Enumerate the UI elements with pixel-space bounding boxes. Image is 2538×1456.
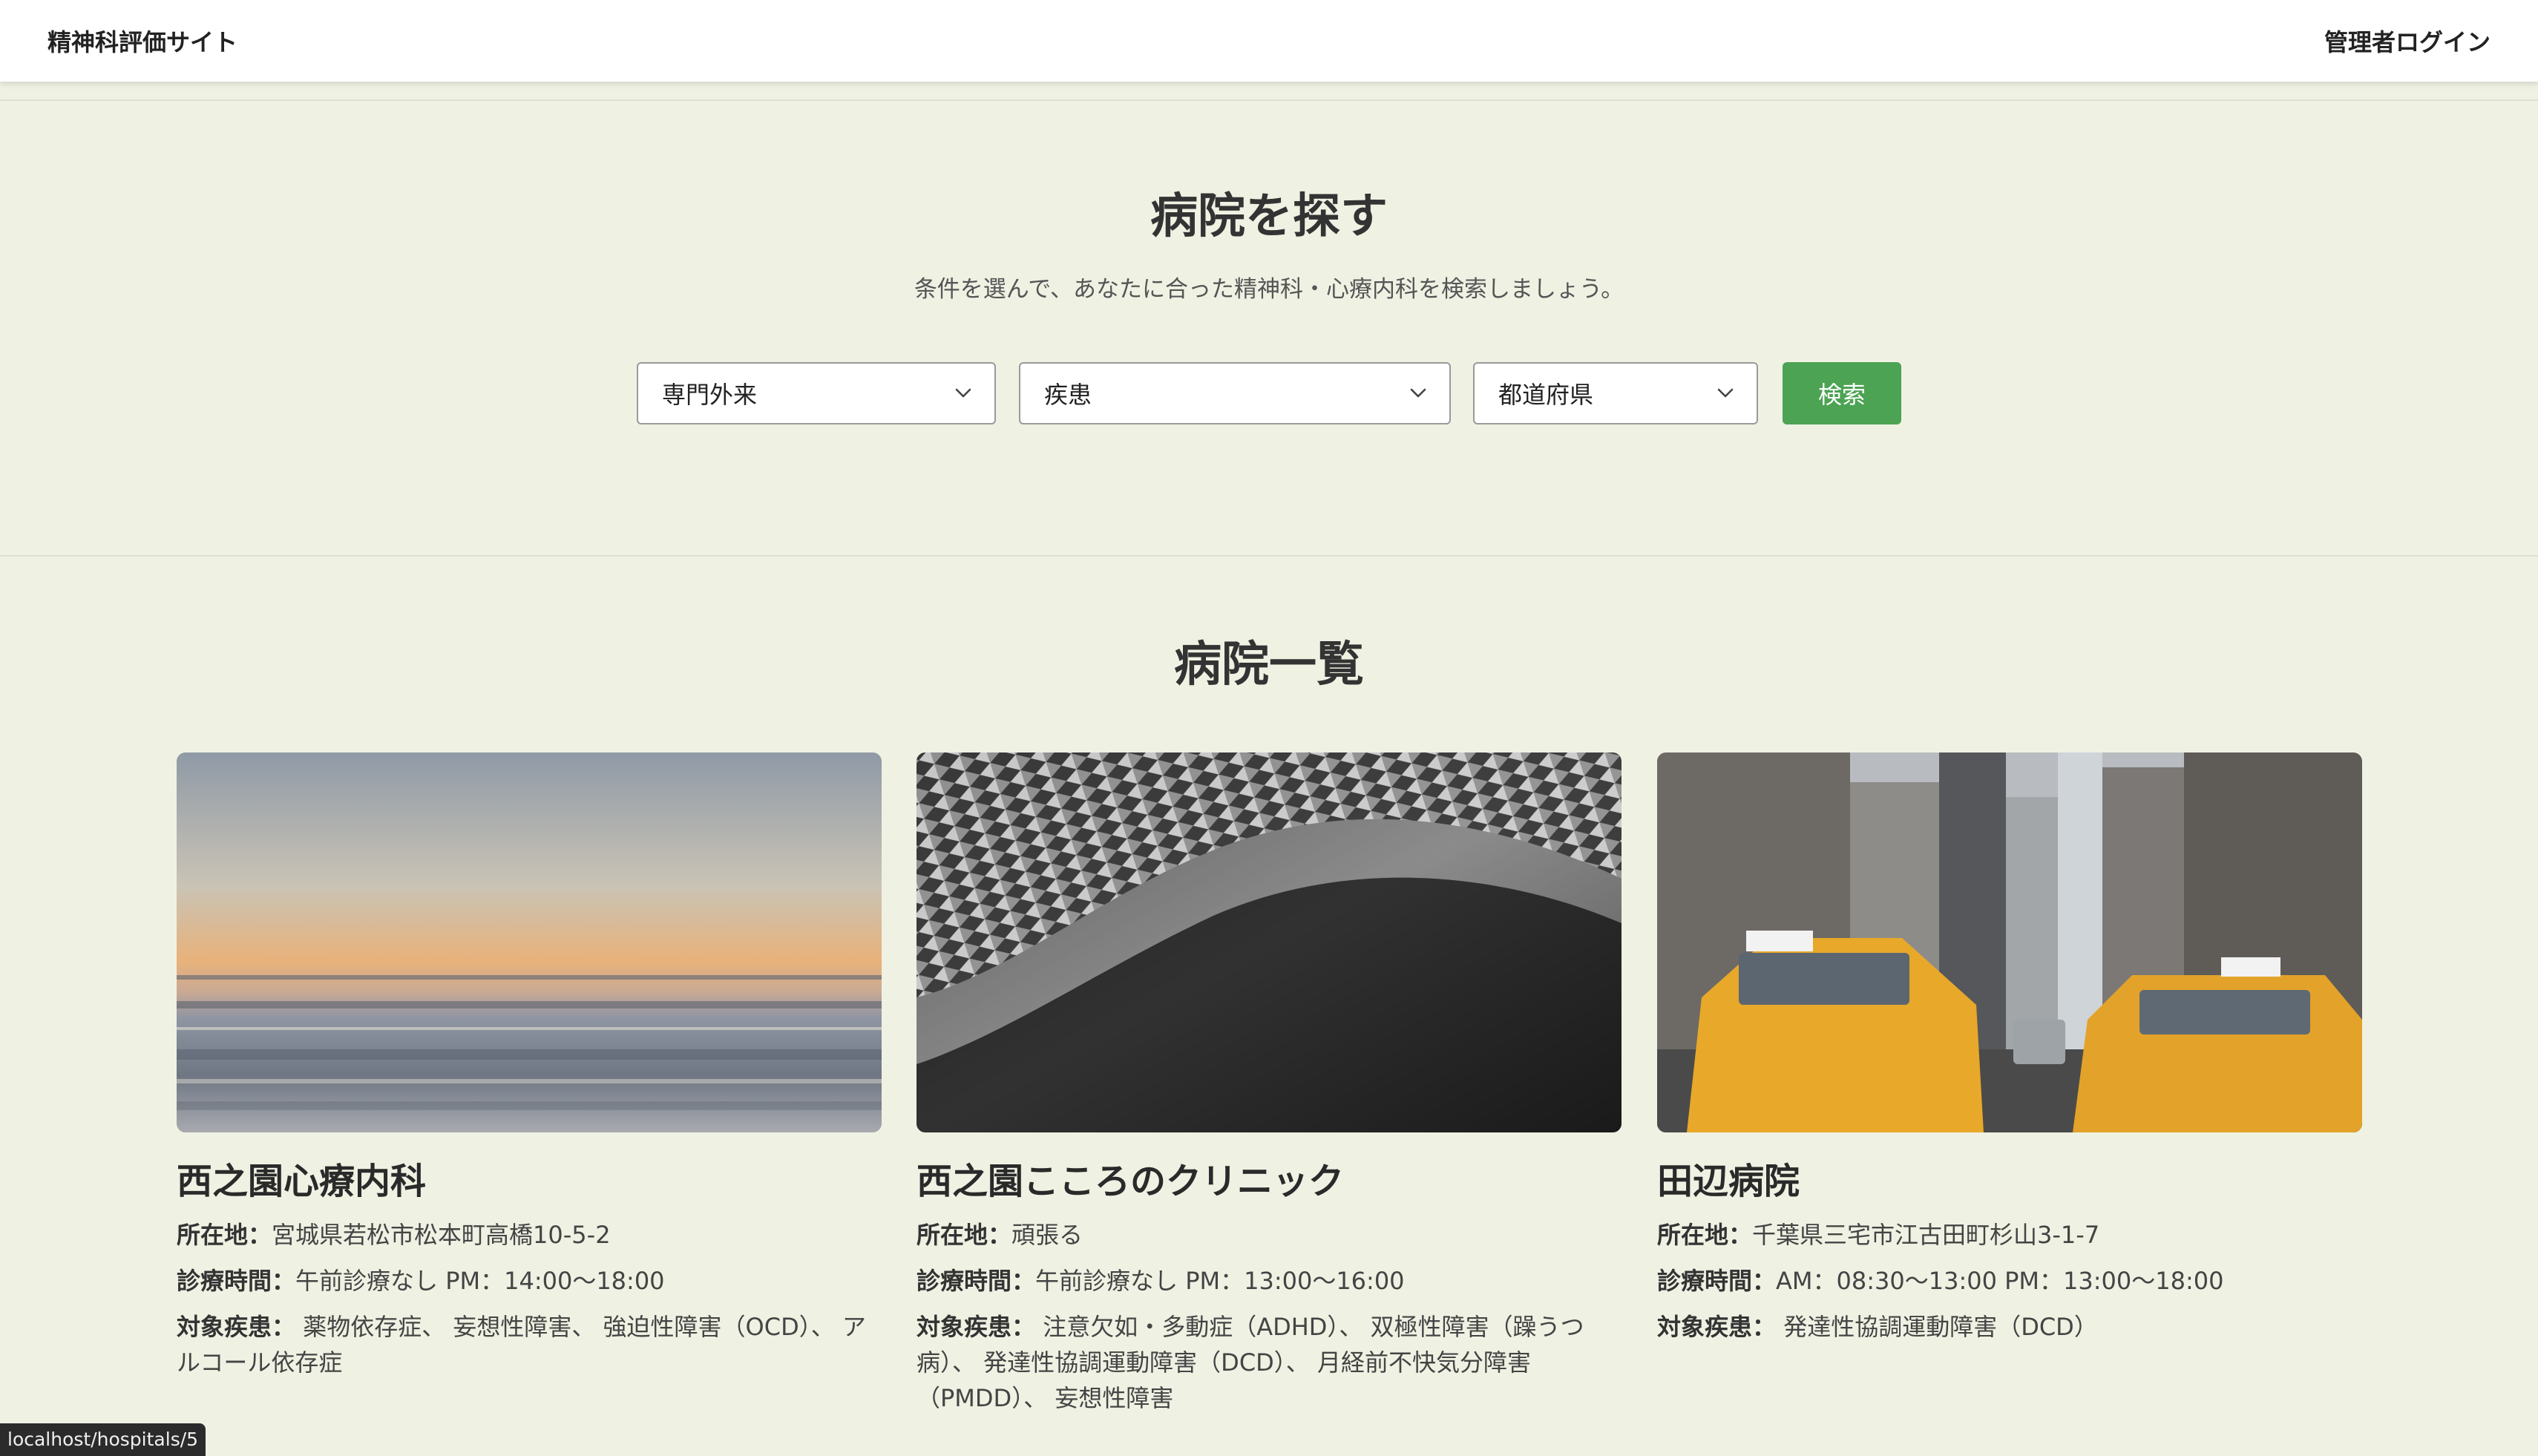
diseases-value: 発達性協調運動障害（DCD）	[1783, 1313, 2098, 1341]
hours-value: 午前診療なし PM：13:00〜16:00	[1035, 1267, 1405, 1295]
hospital-hours: 診療時間：午前診療なし PM：13:00〜16:00	[916, 1263, 1622, 1299]
hospital-name[interactable]: 西之園こころのクリニック	[916, 1152, 1622, 1204]
diseases-label: 対象疾患：	[177, 1313, 296, 1341]
hospital-card[interactable]: 田辺病院 所在地：千葉県三宅市江古田町杉山3-1-7 診療時間：AM：08:30…	[1657, 752, 2362, 1345]
divider	[0, 555, 2538, 557]
hours-label: 診療時間：	[177, 1267, 296, 1295]
search-button[interactable]: 検索	[1783, 362, 1901, 424]
disease-select-value: 疾患	[1044, 381, 1092, 409]
hospital-diseases: 対象疾患： 注意欠如・多動症（ADHD）、 双極性障害（躁うつ病）、 発達性協調…	[916, 1309, 1622, 1416]
hours-value: AM：08:30〜13:00 PM：13:00〜18:00	[1776, 1267, 2224, 1295]
diseases-label: 対象疾患：	[1657, 1313, 1777, 1341]
chevron-down-icon	[1410, 388, 1426, 398]
hospital-name[interactable]: 西之園心療内科	[177, 1152, 882, 1204]
hospital-list-title: 病院一覧	[1174, 637, 1364, 692]
search-section: 病院を探す 条件を選んで、あなたに合った精神科・心療内科を検索しましょう。 専門…	[0, 101, 2538, 555]
navbar: 精神科評価サイト 管理者ログイン	[0, 0, 2538, 82]
chevron-down-icon	[955, 388, 971, 398]
hospital-location: 所在地：千葉県三宅市江古田町杉山3-1-7	[1657, 1217, 2362, 1253]
location-value: 千葉県三宅市江古田町杉山3-1-7	[1752, 1221, 2100, 1249]
hours-label: 診療時間：	[916, 1267, 1036, 1295]
location-label: 所在地：	[916, 1221, 1012, 1249]
location-label: 所在地：	[177, 1221, 272, 1249]
prefecture-select[interactable]: 都道府県	[1473, 362, 1758, 424]
sunset-seascape-photo[interactable]	[177, 752, 882, 1132]
diseases-label: 対象疾患：	[916, 1313, 1036, 1341]
location-value: 頑張る	[1011, 1221, 1083, 1249]
hospital-location: 所在地：頑張る	[916, 1217, 1622, 1253]
specialty-select-value: 専門外来	[662, 381, 758, 409]
hospital-card[interactable]: 西之園こころのクリニック 所在地：頑張る 診療時間：午前診療なし PM：13:0…	[916, 752, 1622, 1416]
hospital-card[interactable]: 西之園心療内科 所在地：宮城県若松市松本町高橋10-5-2 診療時間：午前診療な…	[177, 752, 882, 1380]
location-value: 宮城県若松市松本町高橋10-5-2	[272, 1221, 611, 1249]
link-status-bar: localhost/hospitals/5	[0, 1423, 206, 1456]
hospital-hours: 診療時間：午前診療なし PM：14:00〜18:00	[177, 1263, 882, 1299]
search-subtitle: 条件を選んで、あなたに合った精神科・心療内科を検索しましょう。	[914, 276, 1624, 303]
search-title: 病院を探す	[1150, 189, 1388, 244]
hospital-diseases: 対象疾患： 発達性協調運動障害（DCD）	[1657, 1309, 2362, 1345]
location-label: 所在地：	[1657, 1221, 1753, 1249]
city-taxi-photo[interactable]	[1657, 752, 2362, 1132]
specialty-select[interactable]: 専門外来	[637, 362, 996, 424]
hospital-name[interactable]: 田辺病院	[1657, 1152, 2362, 1204]
hours-label: 診療時間：	[1657, 1267, 1777, 1295]
abstract-architecture-photo[interactable]	[916, 752, 1622, 1132]
admin-login-link[interactable]: 管理者ログイン	[2324, 24, 2491, 58]
chevron-down-icon	[1717, 388, 1734, 398]
site-brand[interactable]: 精神科評価サイト	[47, 24, 237, 58]
hospital-hours: 診療時間：AM：08:30〜13:00 PM：13:00〜18:00	[1657, 1263, 2362, 1299]
disease-select[interactable]: 疾患	[1019, 362, 1451, 424]
prefecture-select-value: 都道府県	[1498, 381, 1594, 409]
hospital-diseases: 対象疾患： 薬物依存症、 妄想性障害、 強迫性障害（OCD）、 アルコール依存症	[177, 1309, 882, 1380]
hours-value: 午前診療なし PM：14:00〜18:00	[295, 1267, 665, 1295]
hospital-location: 所在地：宮城県若松市松本町高橋10-5-2	[177, 1217, 882, 1253]
